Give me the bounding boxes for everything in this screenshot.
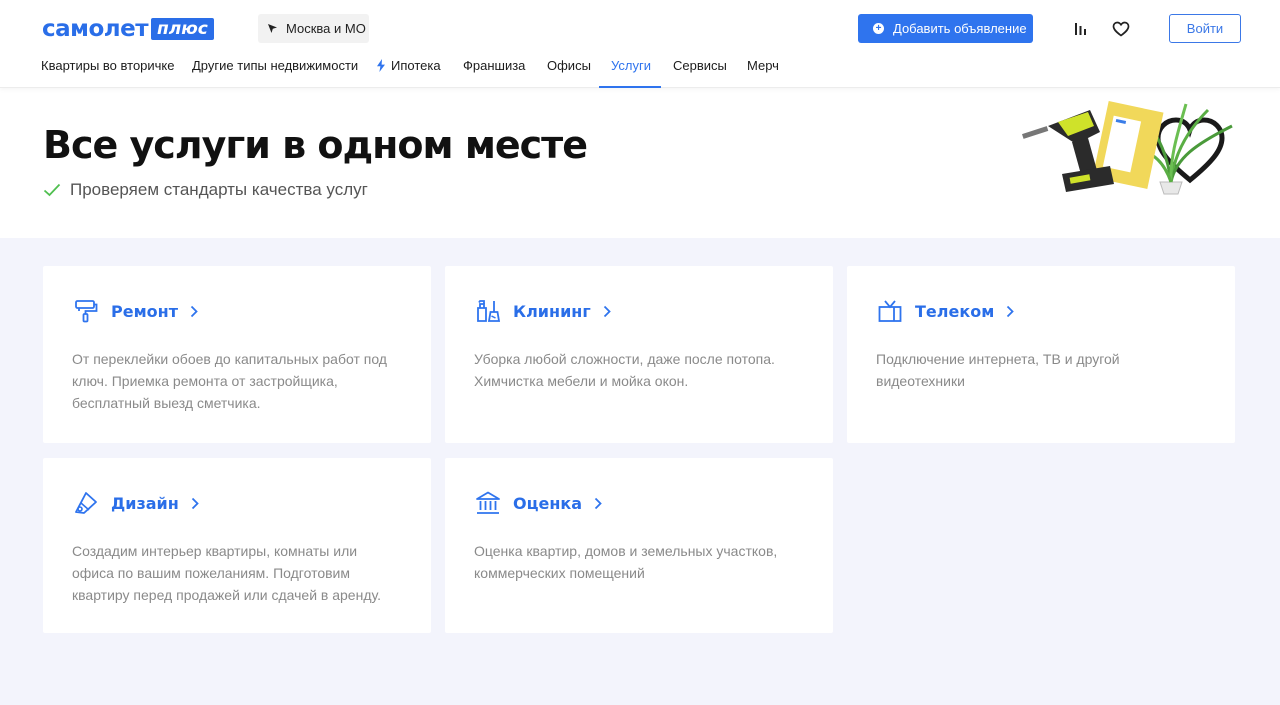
chevron-right-icon [603, 305, 611, 318]
service-card-header: Дизайн [72, 489, 199, 517]
heart-icon [1112, 21, 1130, 37]
services-section: Ремонт От переклейки обоев до капитальны… [0, 238, 1280, 705]
page-title: Все услуги в одном месте [43, 123, 588, 167]
logo-text: самолет [42, 16, 149, 42]
hero-illustration [1022, 101, 1233, 195]
location-arrow-icon [268, 24, 277, 33]
nav-item-franchise[interactable]: Франшиза [463, 56, 525, 88]
nav-item-offices[interactable]: Офисы [547, 56, 591, 88]
service-card-telecom[interactable]: Телеком Подключение интернета, ТВ и друг… [847, 266, 1235, 443]
add-listing-label: Добавить объявление [893, 21, 1027, 36]
add-listing-button[interactable]: + Добавить объявление [858, 14, 1033, 43]
chevron-right-icon [191, 497, 199, 510]
design-icon [72, 489, 100, 517]
logo-plus-badge: плюс [151, 18, 214, 40]
service-description: Оценка квартир, домов и земельных участк… [474, 543, 778, 581]
hero-section: Все услуги в одном месте Проверяем станд… [0, 88, 1280, 238]
favorites-button[interactable] [1111, 19, 1131, 39]
service-card-repair[interactable]: Ремонт От переклейки обоев до капитальны… [43, 266, 431, 443]
hero-subtitle: Проверяем стандарты качества услуг [43, 180, 368, 200]
nav-item-services[interactable]: Услуги [611, 56, 651, 88]
cleaning-icon [474, 297, 502, 325]
service-card-cleaning[interactable]: Клининг Уборка любой сложности, даже пос… [445, 266, 833, 443]
plus-circle-icon: + [873, 23, 884, 34]
bar-chart-icon [1075, 23, 1086, 35]
chevron-right-icon [594, 497, 602, 510]
service-description: От переклейки обоев до капитальных работ… [72, 351, 387, 411]
paint-roller-icon [72, 297, 100, 325]
service-card-header: Оценка [474, 489, 602, 517]
service-title: Оценка [513, 493, 583, 513]
service-card-header: Ремонт [72, 297, 198, 325]
hero-subtitle-text: Проверяем стандарты качества услуг [70, 180, 368, 199]
nav-item-tools[interactable]: Сервисы [673, 56, 727, 88]
tv-icon [876, 297, 904, 325]
login-button[interactable]: Войти [1169, 14, 1241, 43]
service-card-appraisal[interactable]: Оценка Оценка квартир, домов и земельных… [445, 458, 833, 633]
service-title: Ремонт [111, 301, 178, 321]
service-description: Создадим интерьер квартиры, комнаты или … [72, 543, 381, 603]
service-card-header: Телеком [876, 297, 1015, 325]
service-title: Телеком [915, 301, 995, 321]
header: самолет плюс Москва и МО + Добавить объя… [0, 0, 1280, 88]
city-selector[interactable]: Москва и МО [258, 14, 369, 43]
checkmark-icon [43, 183, 61, 197]
chevron-right-icon [1006, 305, 1015, 318]
bank-icon [474, 489, 502, 517]
service-title: Дизайн [111, 493, 179, 513]
nav-item-secondary-apartments[interactable]: Квартиры во вторичке [41, 56, 175, 88]
service-card-header: Клининг [474, 297, 611, 325]
nav-item-mortgage-label: Ипотека [391, 58, 441, 73]
service-title: Клининг [513, 301, 591, 321]
active-tab-indicator [599, 86, 661, 88]
nav-item-other-property[interactable]: Другие типы недвижимости [192, 56, 358, 88]
service-card-design[interactable]: Дизайн Создадим интерьер квартиры, комна… [43, 458, 431, 633]
chevron-right-icon [190, 305, 198, 318]
compare-button[interactable] [1070, 19, 1090, 39]
service-description: Подключение интернета, ТВ и другой видео… [876, 351, 1120, 389]
logo[interactable]: самолет плюс [42, 16, 214, 42]
nav-item-merch[interactable]: Мерч [747, 56, 779, 88]
nav-item-mortgage[interactable]: Ипотека [376, 56, 441, 88]
lightning-icon [377, 59, 385, 72]
service-description: Уборка любой сложности, даже после потоп… [474, 351, 775, 389]
city-label: Москва и МО [286, 21, 366, 36]
